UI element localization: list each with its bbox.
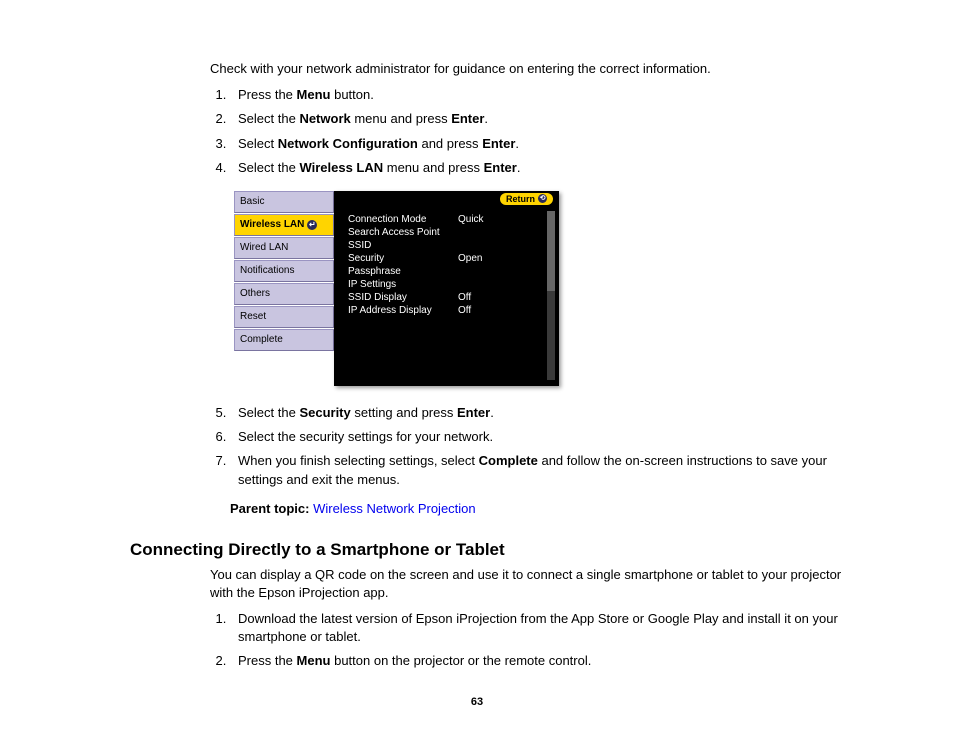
- tab-complete[interactable]: Complete: [234, 329, 334, 351]
- scrollbar[interactable]: [547, 211, 555, 380]
- return-label: Return: [506, 194, 535, 204]
- parent-topic: Parent topic: Wireless Network Projectio…: [210, 501, 844, 516]
- steps-list-2: Select the Security setting and press En…: [210, 404, 844, 489]
- tab-wired-lan[interactable]: Wired LAN: [234, 237, 334, 259]
- enter-icon: ↵: [307, 220, 317, 230]
- tab-reset[interactable]: Reset: [234, 306, 334, 328]
- step-2: Select the Network menu and press Enter.: [230, 110, 844, 128]
- intro-text: Check with your network administrator fo…: [210, 60, 844, 78]
- step-1: Press the Menu button.: [230, 86, 844, 104]
- step-b1: Download the latest version of Epson iPr…: [230, 610, 844, 646]
- menu-screenshot: Basic Wireless LAN ↵ Wired LAN Notificat…: [234, 191, 559, 386]
- setting-ssid-display[interactable]: SSID DisplayOff: [348, 291, 529, 304]
- step-b2: Press the Menu button on the projector o…: [230, 652, 844, 670]
- step-4: Select the Wireless LAN menu and press E…: [230, 159, 844, 177]
- setting-ip-address-display[interactable]: IP Address DisplayOff: [348, 304, 529, 317]
- tab-notifications[interactable]: Notifications: [234, 260, 334, 282]
- step-3: Select Network Configuration and press E…: [230, 135, 844, 153]
- tab-others[interactable]: Others: [234, 283, 334, 305]
- return-button[interactable]: Return ⟲: [500, 193, 553, 205]
- step-5: Select the Security setting and press En…: [230, 404, 844, 422]
- step-6: Select the security settings for your ne…: [230, 428, 844, 446]
- tab-basic[interactable]: Basic: [234, 191, 334, 213]
- steps-list-3: Download the latest version of Epson iPr…: [210, 610, 844, 671]
- scrollbar-thumb[interactable]: [547, 211, 555, 291]
- step-7: When you finish selecting settings, sele…: [230, 452, 844, 488]
- setting-connection-mode[interactable]: Connection ModeQuick: [348, 213, 529, 226]
- parent-topic-label: Parent topic:: [230, 501, 309, 516]
- setting-ssid[interactable]: SSID: [348, 239, 529, 252]
- section-intro: You can display a QR code on the screen …: [210, 566, 844, 602]
- tab-label: Wireless LAN: [240, 215, 304, 235]
- setting-ip-settings[interactable]: IP Settings: [348, 278, 529, 291]
- section-heading: Connecting Directly to a Smartphone or T…: [130, 540, 844, 560]
- page-number: 63: [0, 696, 954, 708]
- menu-tab-list: Basic Wireless LAN ↵ Wired LAN Notificat…: [234, 191, 334, 352]
- setting-security[interactable]: SecurityOpen: [348, 252, 529, 265]
- tab-wireless-lan[interactable]: Wireless LAN ↵: [234, 214, 334, 236]
- settings-list: Connection ModeQuick Search Access Point…: [348, 213, 529, 317]
- menu-panel: Return ⟲ Connection ModeQuick Search Acc…: [334, 191, 559, 386]
- parent-topic-link[interactable]: Wireless Network Projection: [313, 501, 476, 516]
- steps-list-1: Press the Menu button. Select the Networ…: [210, 86, 844, 177]
- setting-search-ap[interactable]: Search Access Point: [348, 226, 529, 239]
- return-icon: ⟲: [538, 194, 547, 203]
- setting-passphrase[interactable]: Passphrase: [348, 265, 529, 278]
